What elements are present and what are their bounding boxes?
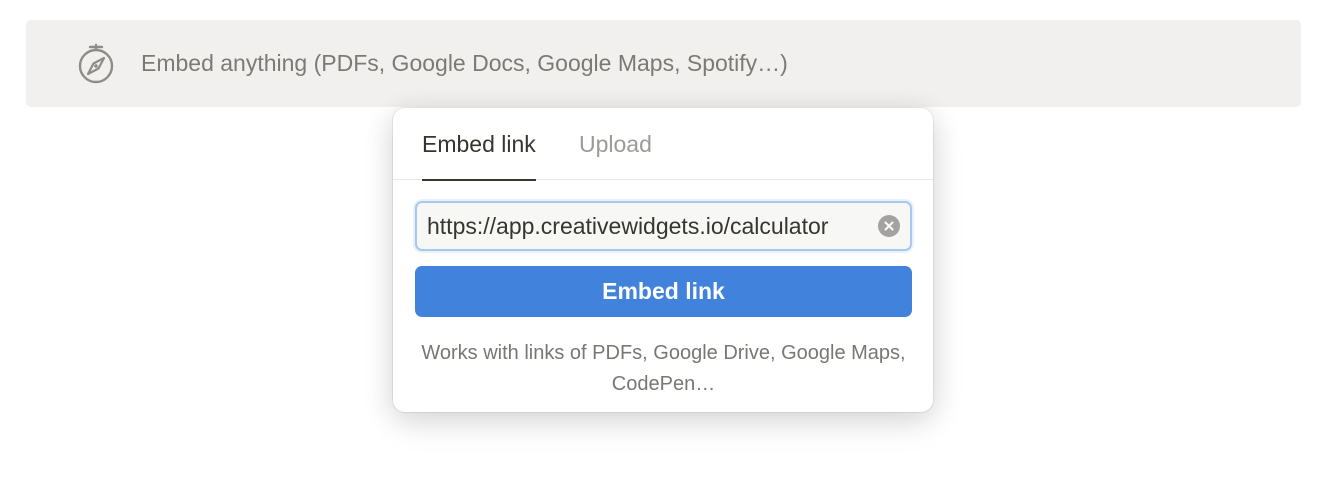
embed-link-button[interactable]: Embed link [415, 266, 912, 317]
compass-icon [73, 41, 119, 87]
helper-text: Works with links of PDFs, Google Drive, … [421, 342, 906, 395]
url-input[interactable]: https://app.creativewidgets.io/calculato… [415, 201, 912, 251]
tab-bar: Embed link Upload [393, 108, 933, 181]
embed-popover: Embed link Upload https://app.creativewi… [393, 108, 933, 412]
tab-upload[interactable]: Upload [579, 108, 652, 180]
embed-block[interactable]: Embed anything (PDFs, Google Docs, Googl… [26, 20, 1301, 107]
embed-placeholder: Embed anything (PDFs, Google Docs, Googl… [141, 50, 788, 76]
tab-embed-link[interactable]: Embed link [422, 108, 536, 181]
url-input-value[interactable]: https://app.creativewidgets.io/calculato… [427, 203, 870, 249]
clear-circle-icon[interactable] [878, 215, 900, 237]
